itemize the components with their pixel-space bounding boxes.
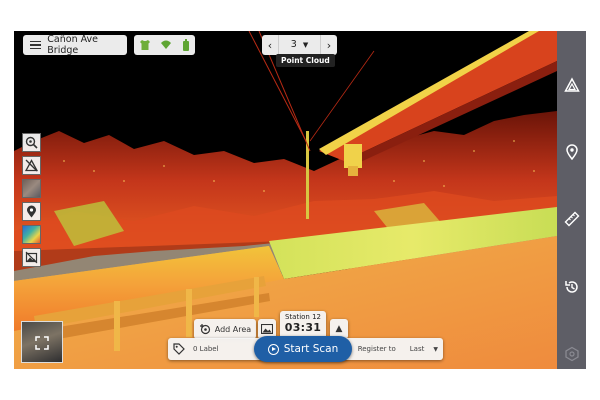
station-label: Station 12	[284, 313, 322, 321]
zoom-view-icon[interactable]	[22, 133, 41, 152]
previous-station-button[interactable]: ‹	[262, 39, 278, 52]
start-scan-label: Start Scan	[283, 343, 339, 355]
label-count[interactable]: 0 Label	[193, 345, 219, 353]
project-title: Cañon Ave Bridge	[47, 34, 99, 56]
image-icon	[261, 324, 273, 334]
station-navigator: ‹ 3 ▼ ›	[262, 35, 337, 55]
point-cloud-viewport[interactable]: Cañon Ave Bridge ‹ 3 ▼ › Point Cloud Add…	[14, 31, 586, 369]
add-area-button[interactable]: Add Area	[194, 319, 256, 339]
register-to-select[interactable]: Last ▼	[410, 345, 438, 353]
hide-points-icon[interactable]	[22, 156, 41, 175]
location-pin-icon[interactable]	[564, 144, 580, 160]
next-station-button[interactable]: ›	[321, 39, 337, 52]
tag-icon[interactable]	[173, 343, 185, 355]
shirt-icon	[139, 40, 150, 50]
register-to-label: Register to	[357, 345, 396, 353]
device-status-bar	[134, 35, 195, 55]
hamburger-menu-icon[interactable]	[30, 40, 42, 50]
wifi-icon	[161, 40, 172, 49]
register-to-value: Last	[409, 345, 425, 353]
scan-time: 03:31	[284, 321, 322, 334]
color-ramp-icon[interactable]	[22, 225, 41, 244]
location-pin-icon[interactable]	[22, 202, 41, 221]
station-select[interactable]: 3 ▼	[278, 35, 321, 55]
image-off-icon[interactable]	[22, 248, 41, 267]
add-area-label: Add Area	[214, 324, 252, 334]
history-icon[interactable]	[564, 279, 580, 295]
start-scan-button[interactable]: Start Scan	[254, 336, 352, 362]
chevron-up-icon: ▲	[335, 324, 343, 334]
view-mode-tooltip: Point Cloud	[276, 54, 335, 67]
photo-thumbnail[interactable]	[22, 179, 41, 198]
chevron-down-icon: ▼	[433, 345, 438, 353]
battery-icon	[183, 39, 190, 51]
project-title-bar[interactable]: Cañon Ave Bridge	[23, 34, 127, 56]
camera-preview-thumbnail[interactable]	[21, 321, 63, 363]
add-area-icon	[199, 324, 210, 335]
right-toolbar	[557, 31, 586, 369]
ruler-icon[interactable]	[564, 211, 580, 227]
play-icon	[267, 343, 279, 355]
left-toolbar	[22, 133, 42, 271]
current-station: 3	[290, 39, 297, 50]
triangle-measure-icon[interactable]	[564, 77, 580, 93]
chevron-down-icon: ▼	[302, 41, 309, 49]
expand-icon	[35, 336, 49, 350]
settings-hex-icon[interactable]	[564, 346, 580, 362]
